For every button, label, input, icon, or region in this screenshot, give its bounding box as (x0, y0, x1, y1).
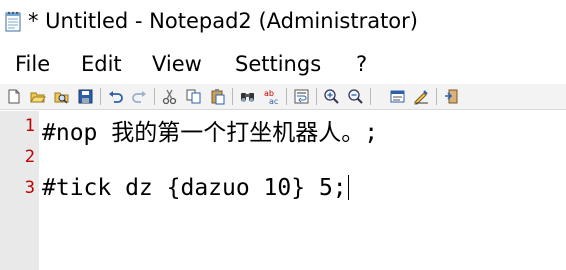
code-line-text: #tick dz {dazuo 10} 5; (42, 175, 347, 201)
code-line[interactable]: #tick dz {dazuo 10} 5; (42, 175, 349, 201)
title-bar: * Untitled - Notepad2 (Administrator) (0, 0, 566, 44)
line-number: 3 (24, 178, 35, 198)
toolbar-separator (232, 88, 233, 105)
paste-icon[interactable] (209, 88, 226, 105)
toolbar-separator (370, 88, 371, 105)
menu-help[interactable]: ? (356, 52, 367, 76)
customize-icon[interactable] (413, 88, 430, 105)
menu-settings[interactable]: Settings (235, 52, 321, 76)
exit-icon[interactable] (443, 88, 460, 105)
menu-file[interactable]: File (15, 52, 50, 76)
toolbar-separator (316, 88, 317, 105)
text-editor[interactable]: 1 2 3 #nop 我的第一个打坐机器人。; #tick dz {dazuo … (0, 111, 566, 270)
open-icon[interactable] (29, 88, 46, 105)
text-caret (347, 175, 349, 200)
new-icon[interactable] (5, 88, 22, 105)
menu-view[interactable]: View (152, 52, 202, 76)
line-number: 1 (24, 116, 35, 136)
menu-bar: File Edit View Settings ? (0, 44, 566, 84)
toolbar-separator (100, 88, 101, 105)
replace-icon[interactable]: ab ac (263, 88, 280, 105)
scheme-icon[interactable] (389, 88, 406, 105)
line-number: 2 (24, 147, 35, 167)
window-title: * Untitled - Notepad2 (Administrator) (28, 9, 418, 33)
toolbar-separator (286, 88, 287, 105)
svg-text:ac: ac (269, 97, 278, 105)
browse-icon[interactable] (53, 88, 70, 105)
toolbar-separator (154, 88, 155, 105)
copy-icon[interactable] (185, 88, 202, 105)
code-line[interactable]: #nop 我的第一个打坐机器人。; (42, 113, 378, 147)
redo-icon[interactable] (131, 88, 148, 105)
line-number-gutter: 1 2 3 (0, 111, 39, 270)
code-line-text: #nop 我的第一个打坐机器人。; (42, 120, 379, 146)
undo-icon[interactable] (107, 88, 124, 105)
cut-icon[interactable] (161, 88, 178, 105)
notepad-icon (4, 10, 22, 32)
zoom-in-icon[interactable] (323, 88, 340, 105)
zoom-out-icon[interactable] (347, 88, 364, 105)
find-icon[interactable] (239, 88, 256, 105)
menu-edit[interactable]: Edit (81, 52, 122, 76)
save-icon[interactable] (77, 88, 94, 105)
toolbar: ab ac (0, 84, 566, 110)
word-wrap-icon[interactable] (293, 88, 310, 105)
toolbar-separator (436, 88, 437, 105)
